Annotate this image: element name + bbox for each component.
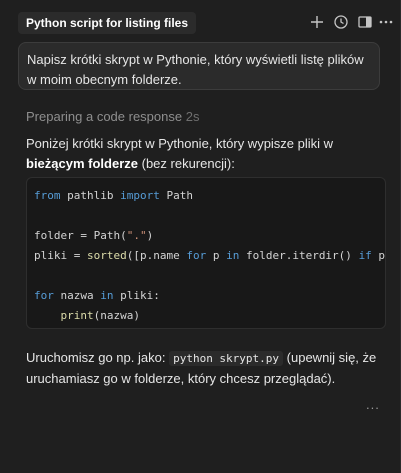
more-icon[interactable] — [378, 14, 394, 30]
outro-text-start: Uruchomisz go np. jako: — [26, 350, 170, 365]
chat-header: Python script for listing files — [0, 0, 401, 44]
intro-text-bold: bieżącym folderze — [26, 156, 138, 171]
code-line: folder = Path(".") — [34, 229, 154, 242]
intro-text-start: Poniżej krótki skrypt w Pythonie, który … — [26, 136, 334, 151]
response-outro: Uruchomisz go np. jako: python skrypt.py… — [26, 348, 386, 389]
code-line: for nazwa in pliki: — [34, 289, 160, 302]
message-more-button[interactable]: ... — [366, 397, 380, 412]
chat-title[interactable]: Python script for listing files — [18, 12, 197, 34]
history-icon[interactable] — [333, 14, 349, 30]
status-label: Preparing a code response — [26, 109, 183, 124]
status-time: 2s — [185, 109, 200, 124]
code-block[interactable]: from pathlib import Path folder = Path("… — [26, 177, 386, 329]
intro-text-end: (bez rekurencji): — [138, 156, 235, 171]
status-line[interactable]: Preparing a code response 2s — [26, 109, 199, 124]
user-message: Napisz krótki skrypt w Pythonie, który w… — [18, 42, 380, 90]
response-intro: Poniżej krótki skrypt w Pythonie, który … — [26, 134, 376, 174]
code-line: from pathlib import Path — [34, 189, 193, 202]
code-line: pliki = sorted([p.name for p in folder.i… — [34, 249, 386, 262]
code-line: print(nazwa) — [60, 309, 140, 322]
inline-code: python skrypt.py — [169, 351, 284, 366]
sidebar-toggle-icon[interactable] — [357, 14, 373, 30]
code-content: from pathlib import Path folder = Path("… — [27, 178, 385, 326]
plus-icon[interactable] — [309, 14, 325, 30]
